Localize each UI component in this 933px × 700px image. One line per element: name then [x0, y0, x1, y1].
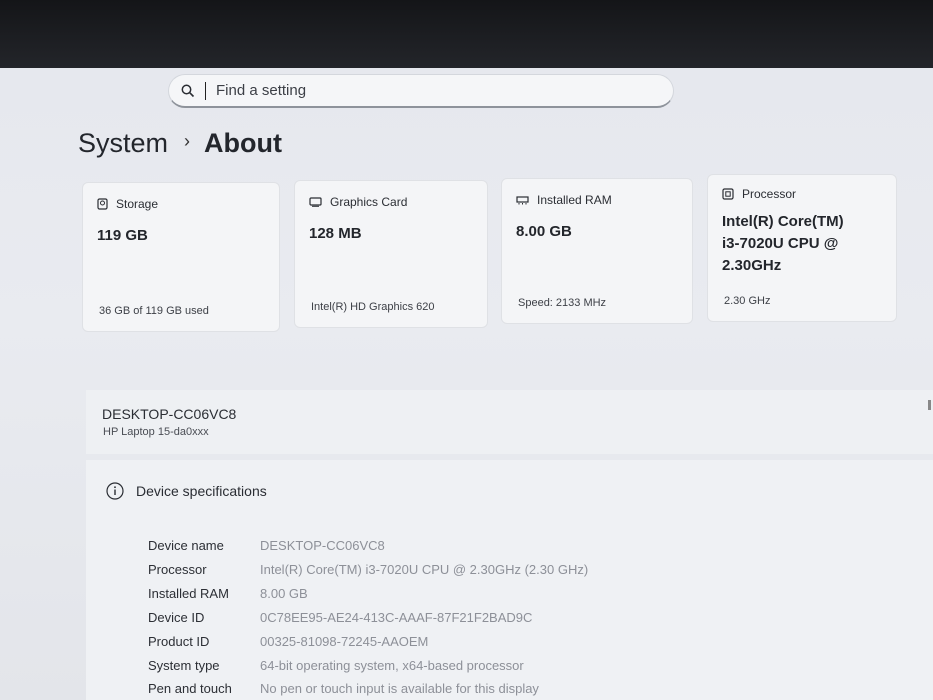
storage-title: Storage — [116, 197, 159, 211]
settings-window: System › About Storage 119 GB 36 GB of 1… — [0, 68, 933, 700]
search-icon — [181, 84, 195, 97]
chevron-right-icon: › — [184, 131, 191, 151]
spec-value: 00325-81098-72245-AAOEM — [260, 634, 429, 649]
spec-value: 64-bit operating system, x64-based proce… — [260, 658, 524, 673]
spec-value: No pen or touch input is available for t… — [260, 681, 539, 696]
device-specifications-title: Device specifications — [136, 483, 267, 499]
processor-card-header: Processor — [722, 187, 796, 201]
breadcrumb-system[interactable]: System — [78, 128, 168, 159]
device-name: DESKTOP-CC06VC8 — [102, 406, 237, 422]
spec-label: Installed RAM — [148, 586, 229, 601]
graphics-card-header: Graphics Card — [309, 195, 407, 209]
device-header-panel — [86, 390, 933, 454]
info-icon — [106, 482, 124, 500]
spec-value: 8.00 GB — [260, 586, 308, 601]
graphics-card-card[interactable]: Graphics Card 128 MB Intel(R) HD Graphic… — [294, 180, 488, 328]
storage-card-header: Storage — [97, 197, 158, 211]
monitor-bezel — [0, 0, 933, 72]
text-caret — [205, 81, 206, 100]
spec-row-device-name: Device name DESKTOP-CC06VC8 — [148, 538, 385, 553]
search-input[interactable] — [214, 81, 638, 100]
graphics-card-name: Intel(R) HD Graphics 620 — [311, 301, 435, 313]
storage-usage: 36 GB of 119 GB used — [99, 305, 209, 317]
spec-value: 0C78EE95-AE24-413C-AAAF-87F21F2BAD9C — [260, 610, 533, 625]
installed-ram-value: 8.00 GB — [516, 223, 572, 240]
spec-row-device-id: Device ID 0C78EE95-AE24-413C-AAAF-87F21F… — [148, 610, 532, 625]
search-box[interactable] — [168, 74, 674, 108]
graphics-card-title: Graphics Card — [330, 195, 408, 209]
spec-row-installed-ram: Installed RAM 8.00 GB — [148, 586, 308, 601]
processor-value-line2: i3-7020U CPU @ — [722, 235, 839, 252]
processor-value-line1: Intel(R) Core(TM) — [722, 213, 844, 230]
storage-value: 119 GB — [97, 227, 148, 244]
processor-icon — [722, 188, 734, 200]
spec-value: DESKTOP-CC06VC8 — [260, 538, 385, 553]
spec-row-processor: Processor Intel(R) Core(TM) i3-7020U CPU… — [148, 562, 588, 577]
spec-row-product-id: Product ID 00325-81098-72245-AAOEM — [148, 634, 428, 649]
storage-card[interactable]: Storage 119 GB 36 GB of 119 GB used — [82, 182, 280, 332]
processor-card[interactable]: Processor Intel(R) Core(TM) i3-7020U CPU… — [707, 174, 897, 322]
processor-value-line3: 2.30GHz — [722, 257, 782, 274]
spec-label: Device ID — [148, 610, 205, 625]
spec-label: Pen and touch — [148, 681, 232, 696]
storage-icon — [97, 198, 108, 210]
installed-ram-header: Installed RAM — [516, 193, 612, 207]
breadcrumb: System › About — [78, 128, 282, 159]
processor-value: Intel(R) Core(TM) i3-7020U CPU @ 2.30GHz — [722, 211, 844, 277]
spec-label: Processor — [148, 562, 207, 577]
spec-label: Device name — [148, 538, 224, 553]
device-model: HP Laptop 15-da0xxx — [103, 426, 209, 438]
installed-ram-title: Installed RAM — [537, 193, 612, 207]
graphics-card-value: 128 MB — [309, 225, 362, 242]
device-specifications-header[interactable]: Device specifications — [106, 482, 267, 500]
spec-value: Intel(R) Core(TM) i3-7020U CPU @ 2.30GHz… — [260, 562, 589, 577]
spec-label: Product ID — [148, 634, 210, 649]
ram-speed: Speed: 2133 MHz — [518, 297, 607, 309]
page-title: About — [204, 128, 282, 158]
spec-row-pen-and-touch: Pen and touch No pen or touch input is a… — [148, 681, 539, 696]
spec-row-system-type: System type 64-bit operating system, x64… — [148, 658, 524, 673]
processor-speed: 2.30 GHz — [724, 295, 771, 307]
installed-ram-card[interactable]: Installed RAM 8.00 GB Speed: 2133 MHz — [501, 178, 693, 324]
ram-icon — [516, 195, 529, 204]
processor-title: Processor — [742, 187, 797, 201]
graphics-card-icon — [309, 197, 322, 207]
spec-label: System type — [148, 658, 220, 673]
rename-button-edge[interactable] — [928, 400, 931, 410]
